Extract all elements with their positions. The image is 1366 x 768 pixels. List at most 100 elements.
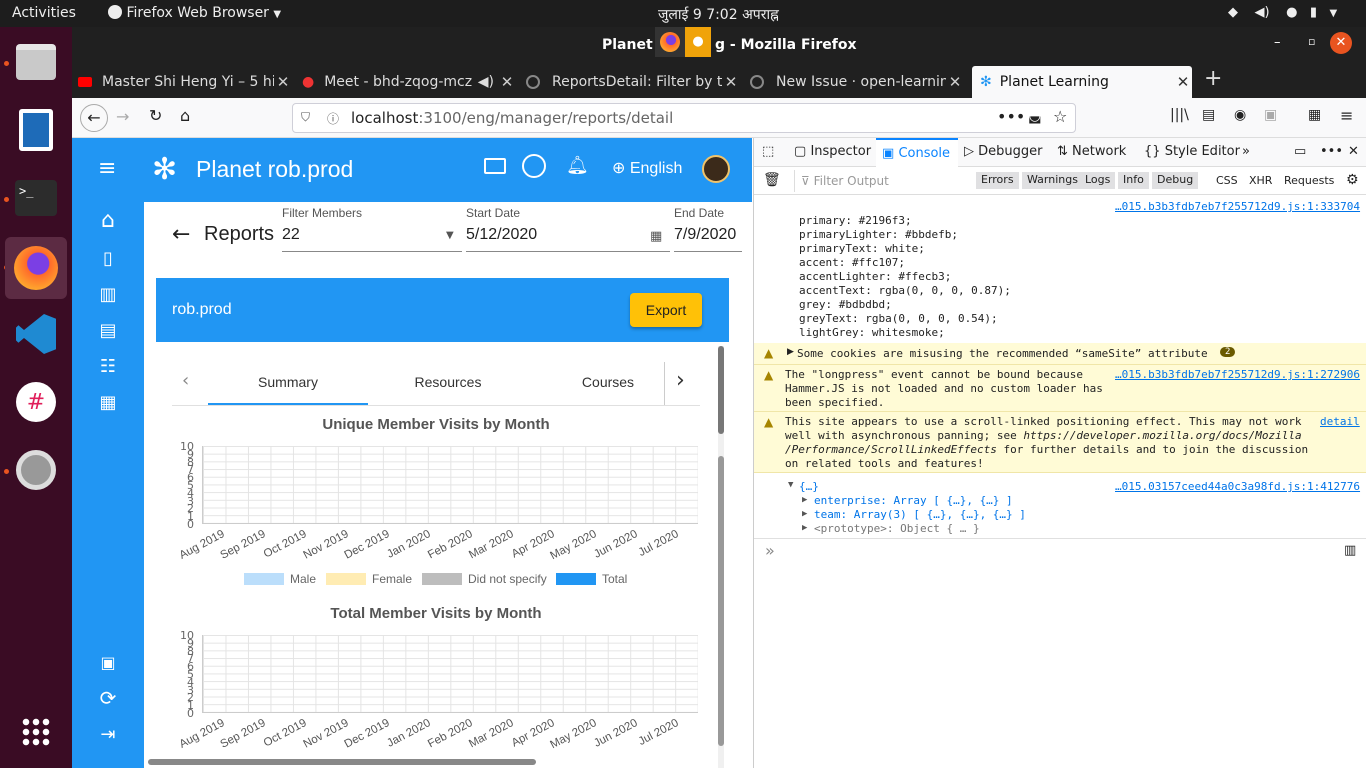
- tab-scroll-left-icon[interactable]: ‹: [182, 370, 189, 391]
- courses-icon[interactable]: ▤: [96, 318, 120, 342]
- team-icon[interactable]: ☷: [96, 354, 120, 378]
- notifications-icon[interactable]: 🔔︎: [566, 155, 589, 176]
- tab-resources[interactable]: Resources: [368, 374, 528, 390]
- new-tab-button[interactable]: +: [1204, 66, 1222, 91]
- library-icon[interactable]: |||\: [1170, 107, 1189, 123]
- source-link[interactable]: detail: [1320, 415, 1360, 428]
- filter-warnings[interactable]: Warnings: [1022, 172, 1083, 189]
- object-property[interactable]: team: Array(3) [ {…}, {…}, {…} ]: [814, 508, 1026, 521]
- pocket-icon[interactable]: ◛: [1028, 108, 1042, 124]
- expand-arrow-icon[interactable]: ▶: [802, 495, 807, 505]
- legend-item-male[interactable]: Male: [244, 572, 316, 586]
- home-icon[interactable]: ⌂: [96, 208, 120, 233]
- warning-row[interactable]: ▲ ▶ Some cookies are misusing the recomm…: [754, 343, 1366, 365]
- sync-icon[interactable]: ⟳: [96, 686, 120, 710]
- logout-icon[interactable]: ⇥: [96, 722, 120, 746]
- tab-summary[interactable]: Summary: [208, 374, 368, 390]
- console-input[interactable]: [774, 540, 1334, 560]
- app-brand[interactable]: Planet rob.prod: [196, 156, 353, 183]
- tab-github-reports[interactable]: ReportsDetail: Filter by t ✕: [526, 66, 740, 98]
- home-button[interactable]: ⌂: [180, 106, 190, 125]
- filter-members-select[interactable]: Filter Members 22 ▼: [282, 204, 462, 252]
- horizontal-scrollbar-thumb[interactable]: [148, 759, 536, 765]
- docs-link[interactable]: https://developer.mozilla.org/docs/Mozil…: [1023, 429, 1301, 442]
- docs-link[interactable]: /Performance/ScrollLinkedEffects: [785, 443, 997, 456]
- back-button[interactable]: ←: [80, 104, 108, 132]
- filter-debug[interactable]: Debug: [1152, 172, 1199, 189]
- forward-button[interactable]: →: [116, 107, 129, 126]
- tab-github-issue[interactable]: New Issue · open-learnin ✕: [750, 66, 964, 98]
- dock-settings[interactable]: [9, 443, 63, 497]
- bookmark-icon[interactable]: ▯: [96, 246, 120, 270]
- tab-planet-learning[interactable]: ✻ Planet Learning ✕: [972, 66, 1192, 98]
- filter-output-input[interactable]: ⊽ Filter Output: [794, 170, 964, 192]
- dock-terminal[interactable]: >_: [9, 171, 63, 225]
- close-devtools-icon[interactable]: ✕: [1348, 144, 1359, 159]
- enterprise-icon[interactable]: ▦: [96, 390, 120, 414]
- source-link[interactable]: …015.03157ceed44a0c3a98fd.js:1:412776: [1115, 480, 1360, 493]
- close-tab-icon[interactable]: ✕: [274, 73, 292, 91]
- shield-icon[interactable]: ⛉: [301, 110, 310, 125]
- dock-slack[interactable]: #: [9, 375, 63, 429]
- dock-files[interactable]: [9, 35, 63, 89]
- end-date-field[interactable]: End Date 7/9/2020: [674, 204, 742, 252]
- expand-arrow-icon[interactable]: ▶: [802, 523, 807, 533]
- object-property[interactable]: enterprise: Array [ {…}, {…} ]: [814, 494, 1013, 507]
- feedback-icon[interactable]: ▣: [96, 650, 120, 674]
- hamburger-menu-icon[interactable]: ≡: [1340, 106, 1353, 125]
- info-icon[interactable]: ⓘ: [327, 110, 339, 127]
- close-tab-icon[interactable]: ✕: [498, 73, 516, 91]
- filter-css[interactable]: CSS: [1216, 174, 1238, 187]
- sidebar-icon[interactable]: ▤: [1202, 107, 1215, 123]
- vertical-scrollbar-thumb[interactable]: [718, 346, 724, 434]
- devtools-tab-debugger[interactable]: ▷ Debugger: [964, 144, 1043, 159]
- pick-element-icon[interactable]: ⬚: [762, 144, 774, 159]
- mail-icon[interactable]: [484, 158, 506, 174]
- minimize-button[interactable]: –: [1274, 35, 1281, 50]
- url-text[interactable]: localhost:3100/eng/manager/reports/detai…: [351, 109, 673, 127]
- vertical-scrollbar-thumb-2[interactable]: [718, 456, 724, 746]
- tab-youtube[interactable]: Master Shi Heng Yi – 5 hi ✕: [78, 66, 292, 98]
- export-button[interactable]: Export: [630, 293, 702, 327]
- editor-mode-icon[interactable]: ▥: [1344, 543, 1356, 558]
- account-icon[interactable]: ◉: [1234, 107, 1246, 123]
- tab-scroll-right-icon[interactable]: ›: [676, 368, 685, 393]
- filter-xhr[interactable]: XHR: [1249, 174, 1272, 187]
- calendar-icon[interactable]: ▦: [650, 229, 662, 244]
- warning-row[interactable]: ▲ The "longpress" event cannot be bound …: [754, 365, 1366, 412]
- console-settings-icon[interactable]: ⚙: [1346, 172, 1359, 188]
- extension-icon[interactable]: ▣: [1264, 107, 1277, 123]
- user-settings-icon[interactable]: [522, 154, 546, 178]
- filter-requests[interactable]: Requests: [1284, 174, 1334, 187]
- devtools-tab-inspector[interactable]: ▢ Inspector: [794, 144, 871, 159]
- bookmark-star-icon[interactable]: ☆: [1053, 107, 1067, 126]
- source-link[interactable]: …015.b3b3fdb7eb7f255712d9.js:1:333704: [1115, 200, 1360, 213]
- back-arrow-icon[interactable]: ←: [172, 222, 190, 247]
- tab-meet[interactable]: ● Meet - bhd-zqog-mcz ◀) ✕: [302, 66, 516, 98]
- legend-item-did-not-specify[interactable]: Did not specify: [422, 572, 547, 586]
- avatar[interactable]: [702, 155, 730, 183]
- extensions-icon[interactable]: ▦: [1308, 107, 1321, 123]
- activities-button[interactable]: Activities: [12, 5, 76, 21]
- vertical-scrollbar-track[interactable]: [718, 346, 724, 768]
- more-tools-icon[interactable]: »: [1242, 144, 1250, 159]
- dock-firefox[interactable]: [5, 237, 67, 299]
- expand-arrow-icon[interactable]: ▶: [787, 347, 794, 357]
- dock-side-icon[interactable]: ▭: [1294, 144, 1306, 159]
- close-tab-icon[interactable]: ✕: [1174, 73, 1192, 91]
- show-applications-button[interactable]: [9, 705, 63, 759]
- devtools-tab-style-editor[interactable]: {} Style Editor: [1144, 144, 1240, 159]
- devtools-tab-console[interactable]: ▣ Console: [876, 138, 958, 167]
- language-selector[interactable]: ⊕ English: [612, 158, 682, 178]
- library-icon[interactable]: ▥: [96, 282, 120, 306]
- object-property[interactable]: <prototype>: Object { … }: [814, 522, 980, 535]
- warning-row[interactable]: ▲ This site appears to use a scroll-link…: [754, 412, 1366, 473]
- dock-vscode[interactable]: [9, 307, 63, 361]
- legend-item-total[interactable]: Total: [556, 572, 627, 586]
- page-actions-icon[interactable]: •••: [997, 107, 1025, 126]
- reload-button[interactable]: ↻: [149, 106, 162, 125]
- object-preview[interactable]: {…}: [799, 480, 819, 493]
- start-date-field[interactable]: Start Date 5/12/2020 ▦: [466, 204, 670, 252]
- devtools-menu-icon[interactable]: •••: [1320, 144, 1343, 159]
- maximize-button[interactable]: ▫: [1308, 35, 1315, 48]
